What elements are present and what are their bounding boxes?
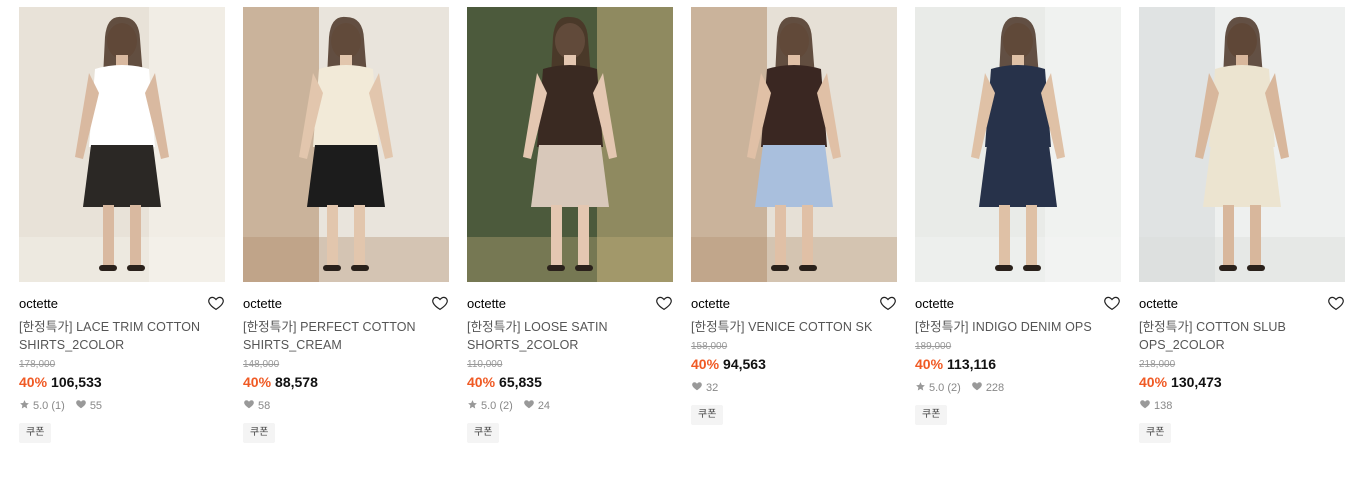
- product-name[interactable]: [한정특가] LACE TRIM COTTON SHIRTS_2COLOR: [19, 318, 225, 354]
- product-stats: 58: [243, 399, 449, 413]
- likes: 58: [243, 398, 270, 414]
- product-image[interactable]: [1139, 7, 1345, 282]
- discount-rate: 40%: [243, 374, 272, 390]
- rating: 5.0 (2): [915, 381, 961, 396]
- likes: 55: [75, 398, 102, 414]
- product-card[interactable]: octette [한정특가] COTTON SLUB OPS_2COLOR 21…: [1139, 7, 1345, 443]
- price-row: 40% 94,563: [691, 355, 897, 373]
- product-image[interactable]: [19, 7, 225, 282]
- product-card[interactable]: octette [한정특가] LOOSE SATIN SHORTS_2COLOR…: [467, 7, 673, 443]
- product-name[interactable]: [한정특가] LOOSE SATIN SHORTS_2COLOR: [467, 318, 673, 354]
- product-name[interactable]: [한정특가] PERFECT COTTON SHIRTS_CREAM: [243, 318, 449, 354]
- likes: 24: [523, 398, 550, 414]
- coupon-badge: 쿠폰: [691, 405, 724, 425]
- sale-price: 94,563: [723, 356, 766, 372]
- original-price: 178,000: [19, 359, 56, 370]
- discount-rate: 40%: [915, 356, 944, 372]
- heart-icon: [523, 398, 538, 414]
- discount-rate: 40%: [1139, 374, 1168, 390]
- product-name[interactable]: [한정특가] COTTON SLUB OPS_2COLOR: [1139, 318, 1345, 354]
- wishlist-heart-icon[interactable]: [1327, 294, 1345, 312]
- price-row: 40% 106,533: [19, 373, 225, 391]
- star-icon: [467, 399, 481, 414]
- wishlist-heart-icon[interactable]: [879, 294, 897, 312]
- sale-price: 106,533: [51, 374, 102, 390]
- product-card[interactable]: octette [한정특가] LACE TRIM COTTON SHIRTS_2…: [19, 7, 225, 443]
- sale-price: 130,473: [1171, 374, 1222, 390]
- product-image[interactable]: [467, 7, 673, 282]
- brand-name[interactable]: octette: [243, 296, 449, 312]
- original-price: 189,000: [915, 341, 952, 352]
- star-icon: [19, 399, 33, 414]
- price-row: 40% 113,116: [915, 355, 1121, 373]
- brand-name[interactable]: octette: [19, 296, 225, 312]
- product-card[interactable]: octette [한정특가] VENICE COTTON SK 158,000 …: [691, 7, 897, 443]
- product-stats: 5.0 (2) 228: [915, 381, 1121, 395]
- heart-icon: [243, 398, 258, 414]
- product-stats: 32: [691, 381, 897, 395]
- original-price: 158,000: [691, 341, 728, 352]
- brand-name[interactable]: octette: [467, 296, 673, 312]
- product-grid: octette [한정특가] LACE TRIM COTTON SHIRTS_2…: [19, 7, 1345, 443]
- product-name[interactable]: [한정특가] INDIGO DENIM OPS: [915, 318, 1121, 336]
- price-row: 40% 65,835: [467, 373, 673, 391]
- discount-rate: 40%: [19, 374, 48, 390]
- product-stats: 138: [1139, 399, 1345, 413]
- heart-icon: [1139, 398, 1154, 414]
- wishlist-heart-icon[interactable]: [655, 294, 673, 312]
- brand-name[interactable]: octette: [1139, 296, 1345, 312]
- product-image[interactable]: [915, 7, 1121, 282]
- sale-price: 113,116: [947, 356, 997, 372]
- sale-price: 88,578: [275, 374, 318, 390]
- original-price: 110,000: [467, 359, 503, 370]
- original-price: 148,000: [243, 359, 280, 370]
- coupon-badge: 쿠폰: [467, 423, 500, 443]
- discount-rate: 40%: [467, 374, 496, 390]
- wishlist-heart-icon[interactable]: [1103, 294, 1121, 312]
- wishlist-heart-icon[interactable]: [207, 294, 225, 312]
- product-stats: 5.0 (2) 24: [467, 399, 673, 413]
- brand-name[interactable]: octette: [691, 296, 897, 312]
- rating: 5.0 (1): [19, 399, 65, 414]
- coupon-badge: 쿠폰: [19, 423, 52, 443]
- product-card[interactable]: octette [한정특가] PERFECT COTTON SHIRTS_CRE…: [243, 7, 449, 443]
- coupon-badge: 쿠폰: [243, 423, 276, 443]
- product-image[interactable]: [691, 7, 897, 282]
- coupon-badge: 쿠폰: [1139, 423, 1172, 443]
- price-row: 40% 88,578: [243, 373, 449, 391]
- coupon-badge: 쿠폰: [915, 405, 948, 425]
- likes: 138: [1139, 398, 1172, 414]
- star-icon: [915, 381, 929, 396]
- discount-rate: 40%: [691, 356, 720, 372]
- product-name[interactable]: [한정특가] VENICE COTTON SK: [691, 318, 897, 336]
- wishlist-heart-icon[interactable]: [431, 294, 449, 312]
- sale-price: 65,835: [499, 374, 542, 390]
- heart-icon: [971, 380, 986, 396]
- brand-name[interactable]: octette: [915, 296, 1121, 312]
- product-image[interactable]: [243, 7, 449, 282]
- original-price: 218,000: [1139, 359, 1176, 370]
- product-stats: 5.0 (1) 55: [19, 399, 225, 413]
- likes: 228: [971, 380, 1004, 396]
- rating: 5.0 (2): [467, 399, 513, 414]
- likes: 32: [691, 380, 718, 396]
- product-card[interactable]: octette [한정특가] INDIGO DENIM OPS 189,000 …: [915, 7, 1121, 443]
- price-row: 40% 130,473: [1139, 373, 1345, 391]
- heart-icon: [691, 380, 706, 396]
- heart-icon: [75, 398, 90, 414]
